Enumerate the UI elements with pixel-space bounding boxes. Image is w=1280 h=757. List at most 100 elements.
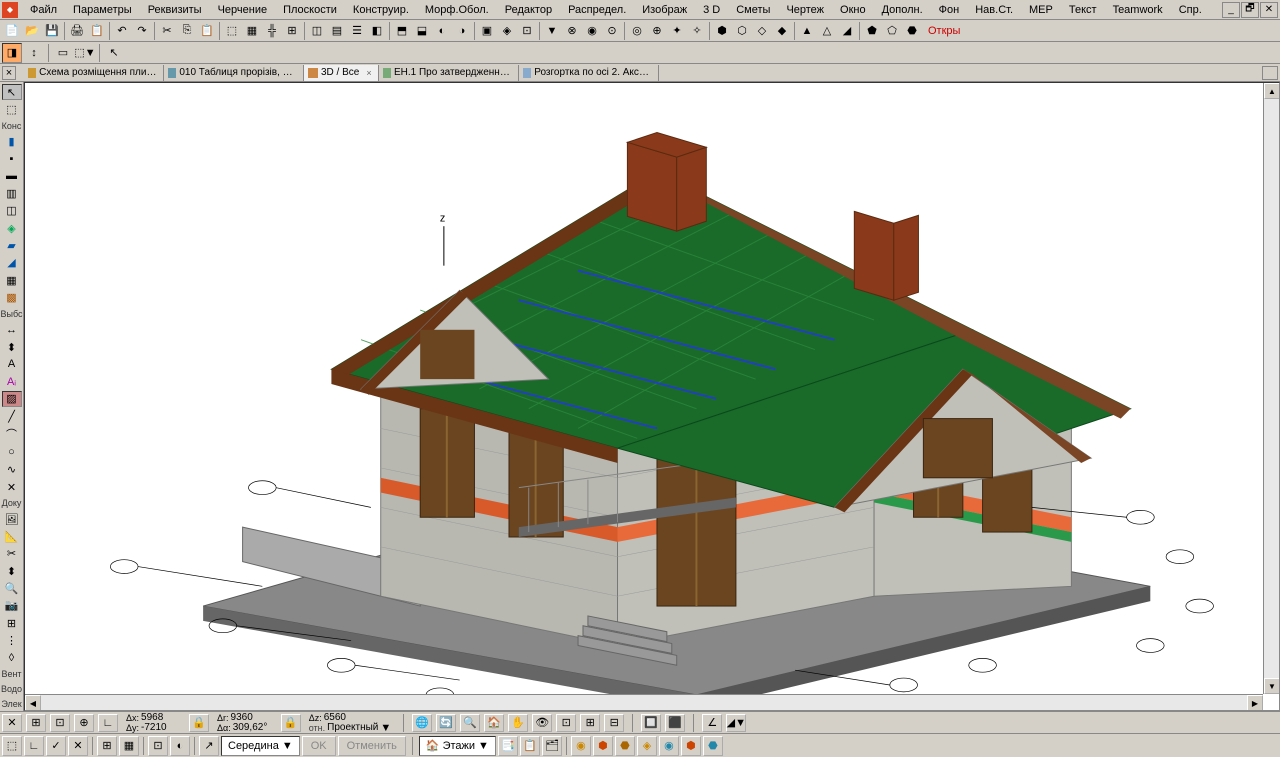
menu-help[interactable]: Спр. bbox=[1171, 2, 1210, 18]
menu-construct[interactable]: Конструир. bbox=[345, 2, 417, 18]
scroll-up-icon[interactable]: ▲ bbox=[1264, 83, 1280, 99]
menu-teamwork[interactable]: Teamwork bbox=[1105, 2, 1171, 18]
snap-mode-icon[interactable]: ↗ bbox=[199, 736, 219, 756]
nav-icon[interactable]: 🌐 bbox=[412, 714, 432, 732]
hotspot-tool-icon[interactable]: ✕ bbox=[2, 479, 22, 495]
new-file-icon[interactable]: 📄 bbox=[2, 21, 22, 41]
tool-icon[interactable]: ◉ bbox=[582, 21, 602, 41]
more-tool-icon[interactable]: ⋮ bbox=[2, 632, 22, 648]
zone-tool-icon[interactable]: ▩ bbox=[2, 289, 22, 305]
text-tool-icon[interactable]: A bbox=[2, 356, 22, 372]
mode-icon[interactable]: ◨ bbox=[2, 43, 22, 63]
horizontal-scrollbar[interactable]: ◀ ▶ bbox=[25, 694, 1263, 710]
layer-icon[interactable]: 📑 bbox=[498, 736, 518, 756]
tool-icon[interactable]: ⬟ bbox=[862, 21, 882, 41]
snap-mode-select[interactable]: Середина ▼ bbox=[221, 736, 300, 756]
menu-mep[interactable]: MEP bbox=[1021, 2, 1061, 18]
nav-icon[interactable]: 🔲 bbox=[641, 714, 661, 732]
menu-draft[interactable]: Черчение bbox=[210, 2, 276, 18]
view-icon[interactable]: ◈ bbox=[637, 736, 657, 756]
nav-icon[interactable]: ⊞ bbox=[580, 714, 600, 732]
tool-icon[interactable]: ▤ bbox=[327, 21, 347, 41]
tool-icon[interactable]: ✧ bbox=[687, 21, 707, 41]
coord-mode-icon[interactable]: ∟ bbox=[98, 714, 118, 732]
view-icon[interactable]: ⬢ bbox=[593, 736, 613, 756]
nav-icon[interactable]: 🏠 bbox=[484, 714, 504, 732]
story-selector[interactable]: 🏠 Этажи ▼ bbox=[419, 736, 496, 756]
menu-morph[interactable]: Морф.Обол. bbox=[417, 2, 497, 18]
window-tool-icon[interactable]: ▥ bbox=[2, 185, 22, 201]
menu-distrib[interactable]: Распредел. bbox=[560, 2, 634, 18]
coord-mode-icon[interactable]: ⊞ bbox=[26, 714, 46, 732]
wall-tool-icon[interactable]: ▮ bbox=[2, 134, 22, 150]
figure-tool-icon[interactable]: 🖼 bbox=[2, 511, 22, 527]
circle-tool-icon[interactable]: ○ bbox=[2, 444, 22, 460]
nav-icon[interactable]: ⬛ bbox=[665, 714, 685, 732]
tool-icon[interactable]: △ bbox=[817, 21, 837, 41]
open-file-icon[interactable]: 📂 bbox=[22, 21, 42, 41]
snap-icon[interactable]: ◐ bbox=[170, 736, 190, 756]
dim-tool-icon[interactable]: ↔ bbox=[2, 322, 22, 338]
tool-icon[interactable]: ⬣ bbox=[902, 21, 922, 41]
layer-icon[interactable]: 📋 bbox=[520, 736, 540, 756]
mesh-tool-icon[interactable]: ▦ bbox=[2, 272, 22, 288]
marquee-tool-icon[interactable]: ⬚ bbox=[2, 101, 22, 117]
tool-icon[interactable]: ⊕ bbox=[647, 21, 667, 41]
cancel-button[interactable]: Отменить bbox=[338, 736, 406, 756]
scroll-down-icon[interactable]: ▼ bbox=[1264, 678, 1280, 694]
coord-mode-icon[interactable]: ⊡ bbox=[50, 714, 70, 732]
tool-icon[interactable]: ◎ bbox=[627, 21, 647, 41]
snap-icon[interactable]: ✓ bbox=[46, 736, 66, 756]
snap-icon[interactable]: ▦ bbox=[119, 736, 139, 756]
tool-icon[interactable]: ▣ bbox=[477, 21, 497, 41]
tool-icon[interactable]: ⊗ bbox=[562, 21, 582, 41]
menu-3d[interactable]: 3 D bbox=[695, 2, 728, 18]
tool-icon[interactable]: ◐ bbox=[432, 21, 452, 41]
fill-tool-icon[interactable]: ▨ bbox=[2, 391, 22, 407]
grid-tool-icon[interactable]: ⊞ bbox=[2, 615, 22, 631]
tool-icon[interactable]: ╬ bbox=[262, 21, 282, 41]
tool-icon[interactable]: ⊡ bbox=[517, 21, 537, 41]
tool-icon[interactable]: ⬡ bbox=[732, 21, 752, 41]
menu-drawing[interactable]: Чертеж bbox=[778, 2, 832, 18]
menu-image[interactable]: Изображ bbox=[634, 2, 695, 18]
tool-icon[interactable]: ⬚ bbox=[222, 21, 242, 41]
dropdown-icon[interactable]: ▼ bbox=[380, 722, 391, 734]
tool-icon[interactable]: ◑ bbox=[452, 21, 472, 41]
coord-mode-icon[interactable]: ⊕ bbox=[74, 714, 94, 732]
tabs-dropdown-icon[interactable]: × bbox=[2, 66, 16, 80]
vertical-scrollbar[interactable]: ▲ ▼ bbox=[1263, 83, 1279, 694]
view-icon[interactable]: ⬣ bbox=[703, 736, 723, 756]
open-text-button[interactable]: Откры bbox=[922, 21, 966, 41]
tool-icon[interactable]: ▦ bbox=[242, 21, 262, 41]
tab-table[interactable]: 010 Таблиця прорізів, ніш і б... bbox=[164, 65, 304, 81]
beam-tool-icon[interactable]: ▬ bbox=[2, 168, 22, 184]
nav-icon[interactable]: 🔍 bbox=[460, 714, 480, 732]
tool-icon[interactable]: ⬠ bbox=[882, 21, 902, 41]
line-tool-icon[interactable]: ╱ bbox=[2, 408, 22, 424]
snap-icon[interactable]: ✕ bbox=[68, 736, 88, 756]
nav-icon[interactable]: ⊟ bbox=[604, 714, 624, 732]
redo-icon[interactable]: ↷ bbox=[132, 21, 152, 41]
menu-text[interactable]: Текст bbox=[1061, 2, 1105, 18]
arrow-tool-icon[interactable]: ↖ bbox=[2, 84, 22, 100]
tool-icon[interactable]: ⬢ bbox=[712, 21, 732, 41]
tool-icon[interactable]: ⊙ bbox=[602, 21, 622, 41]
paste-icon[interactable]: 📋 bbox=[197, 21, 217, 41]
tab-plan[interactable]: Схема розміщення плит пере... bbox=[24, 65, 164, 81]
tool-icon[interactable]: ◧ bbox=[367, 21, 387, 41]
nav-icon[interactable]: 👁 bbox=[532, 714, 552, 732]
tool-icon[interactable]: ⬒ bbox=[392, 21, 412, 41]
view-icon[interactable]: ⬢ bbox=[681, 736, 701, 756]
mode-icon[interactable]: ↕ bbox=[24, 43, 44, 63]
view-icon[interactable]: ◉ bbox=[571, 736, 591, 756]
coord-mode-icon[interactable]: ✕ bbox=[2, 714, 22, 732]
copy-icon[interactable]: ⎘ bbox=[177, 21, 197, 41]
nav-icon[interactable]: ⊡ bbox=[556, 714, 576, 732]
ok-button[interactable]: OK bbox=[302, 736, 336, 756]
close-button[interactable]: ✕ bbox=[1260, 2, 1278, 18]
menu-window[interactable]: Окно bbox=[832, 2, 874, 18]
tool-icon[interactable]: ◇ bbox=[752, 21, 772, 41]
menu-planes[interactable]: Плоскости bbox=[275, 2, 345, 18]
tool-icon[interactable]: ✦ bbox=[667, 21, 687, 41]
